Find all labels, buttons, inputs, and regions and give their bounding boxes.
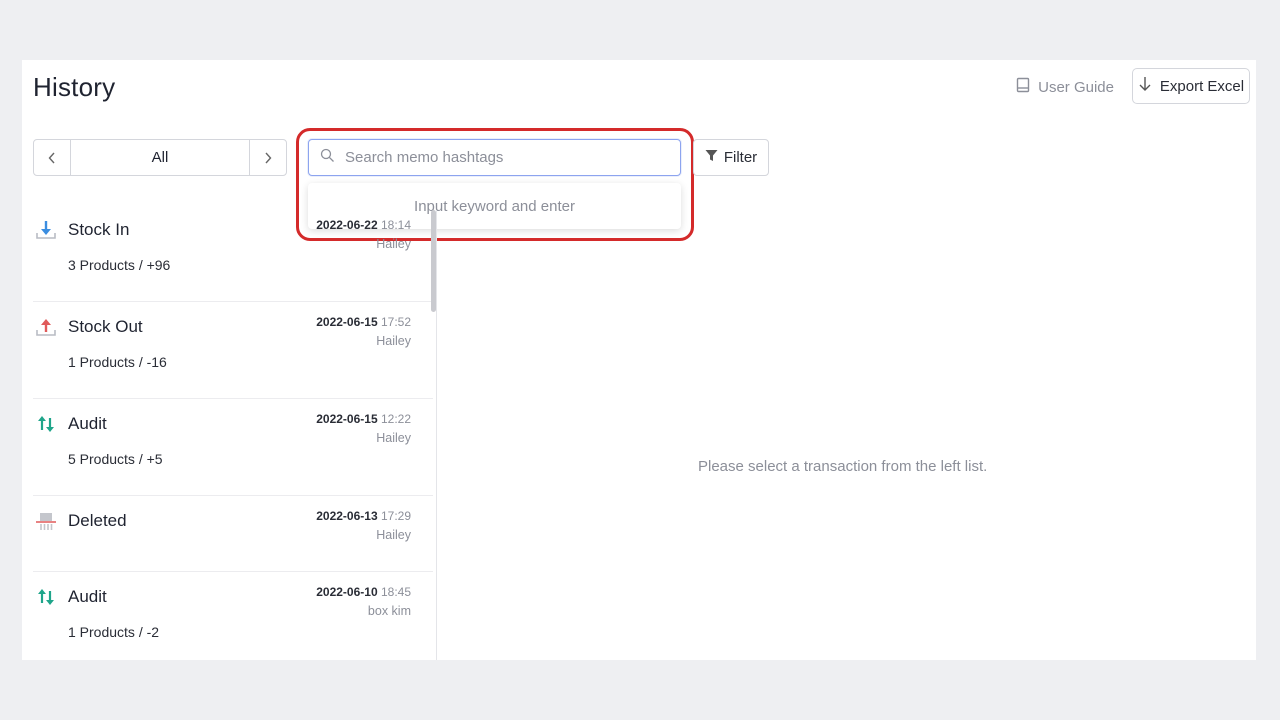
date-value: 2022-06-10 — [316, 585, 378, 599]
transaction-summary: 1 Products / -2 — [68, 624, 160, 640]
transaction-user: Hailey — [376, 528, 411, 542]
transaction-type: Stock Out — [68, 317, 143, 336]
transaction-user: Hailey — [376, 431, 411, 445]
filter-icon — [705, 149, 718, 166]
transaction-date: 2022-06-10 18:45 — [316, 585, 411, 599]
previous-period-button[interactable] — [34, 140, 71, 175]
audit-icon — [35, 413, 57, 435]
list-item[interactable]: Audit 5 Products / +5 2022-06-15 12:22 H… — [33, 399, 433, 496]
list-item[interactable]: Deleted 2022-06-13 17:29 Hailey — [33, 496, 433, 572]
time-value: 18:45 — [380, 585, 411, 599]
audit-icon — [35, 586, 57, 608]
transaction-type: Audit — [68, 587, 107, 606]
transaction-list: Stock In 3 Products / +96 2022-06-22 18:… — [33, 205, 433, 660]
date-value: 2022-06-22 — [316, 218, 378, 232]
filter-label: Filter — [723, 149, 758, 166]
download-arrow-icon — [1138, 76, 1152, 96]
list-item[interactable]: Audit 1 Products / -2 2022-06-10 18:45 b… — [33, 572, 433, 660]
time-value: 17:52 — [380, 315, 411, 329]
transaction-type: Stock In — [68, 220, 130, 239]
date-value: 2022-06-13 — [316, 509, 378, 523]
transaction-date: 2022-06-22 18:14 — [316, 218, 411, 232]
transaction-type: Deleted — [68, 511, 127, 530]
date-value: 2022-06-15 — [316, 315, 378, 329]
book-icon — [1016, 77, 1030, 97]
chevron-right-icon — [265, 152, 272, 163]
user-guide-button[interactable]: User Guide — [1016, 76, 1114, 98]
chevron-left-icon — [48, 152, 55, 163]
history-panel: History User Guide Export Excel All Inpu… — [22, 60, 1256, 660]
time-value: 18:14 — [380, 218, 411, 232]
page-title: History — [33, 72, 116, 102]
export-excel-label: Export Excel — [1159, 77, 1245, 95]
search-box — [308, 139, 681, 176]
transaction-date: 2022-06-13 17:29 — [316, 509, 411, 523]
filter-button[interactable]: Filter — [693, 139, 769, 176]
next-period-button[interactable] — [249, 140, 286, 175]
transaction-user: box kim — [367, 604, 411, 618]
time-value: 17:29 — [380, 509, 411, 523]
empty-detail-message: Please select a transaction from the lef… — [698, 458, 988, 475]
transaction-user: Hailey — [376, 237, 411, 251]
search-icon — [320, 148, 335, 168]
transaction-summary: 3 Products / +96 — [68, 257, 171, 273]
export-excel-button[interactable]: Export Excel — [1132, 68, 1250, 104]
stock-out-icon — [35, 316, 57, 338]
transaction-summary: 1 Products / -16 — [68, 354, 167, 370]
date-value: 2022-06-15 — [316, 412, 378, 426]
stock-in-icon — [35, 219, 57, 241]
search-input[interactable] — [345, 149, 665, 166]
time-value: 12:22 — [380, 412, 411, 426]
list-divider — [436, 210, 437, 660]
transaction-user: Hailey — [376, 334, 411, 348]
transaction-type: Audit — [68, 414, 107, 433]
period-navigator: All — [33, 139, 287, 176]
deleted-icon — [35, 510, 57, 532]
list-item[interactable]: Stock Out 1 Products / -16 2022-06-15 17… — [33, 302, 433, 399]
transaction-summary: 5 Products / +5 — [68, 451, 163, 467]
transaction-date: 2022-06-15 12:22 — [316, 412, 411, 426]
user-guide-label: User Guide — [1038, 78, 1114, 96]
list-item[interactable]: Stock In 3 Products / +96 2022-06-22 18:… — [33, 205, 433, 302]
transaction-date: 2022-06-15 17:52 — [316, 315, 411, 329]
period-label[interactable]: All — [71, 140, 249, 175]
